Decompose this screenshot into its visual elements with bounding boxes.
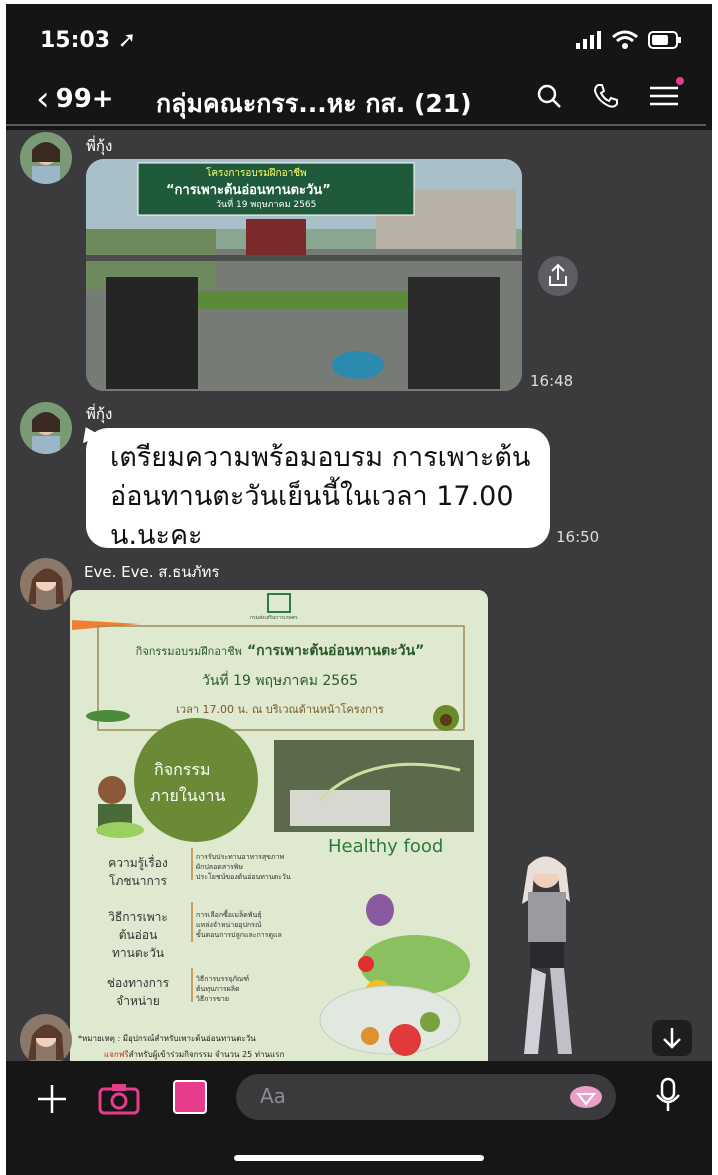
topic-3-title-line2: จำหน่าย — [116, 994, 160, 1008]
poster-image[interactable]: กรมส่งเสริมการเกษตร กิจกรรมอบรมฝึกอาชีพ … — [70, 590, 488, 1070]
poster-healthy-food: Healthy food — [328, 836, 444, 857]
topic-3-detail: วิธีการบรรจุภัณฑ์ — [196, 975, 250, 983]
sender-name: Eve. Eve. ส.ธนภัทร — [84, 563, 220, 581]
header-actions — [536, 77, 684, 110]
message-text: เตรียมความพร้อมอบรม การเพาะต้นอ่อนทานตะว… — [110, 442, 531, 551]
sender-name: พี่กุ้ง — [86, 137, 113, 155]
battery-icon — [648, 31, 681, 49]
microphone-icon[interactable] — [654, 1077, 682, 1117]
message-input-placeholder: Aa — [260, 1084, 286, 1108]
chat-screen: 15:03 ➚ ‹ 99+ กลุ่มคณะกรร...หะ กส. (21) — [6, 4, 712, 1175]
topic-1-title-line1: ความรู้เรื่อง — [108, 856, 168, 870]
poster-circle-text-1: กิจกรรม — [154, 760, 211, 779]
banner-line3: วันที่ 19 พฤษภาคม 2565 — [216, 200, 317, 210]
topic-1-detail: ประโยชน์ของต้นอ่อนทานตะวัน — [196, 873, 291, 881]
sticker-icon[interactable] — [568, 1084, 604, 1110]
topic-2-title-line1: วิธีการเพาะ — [108, 910, 168, 924]
avatar[interactable] — [20, 402, 72, 454]
unread-count: 99+ — [55, 84, 114, 114]
header-divider — [6, 124, 706, 126]
sticker-image[interactable] — [494, 854, 604, 1064]
text-message-bubble[interactable]: เตรียมความพร้อมอบรม การเพาะต้นอ่อนทานตะว… — [86, 428, 550, 551]
timestamp: 16:48 — [530, 372, 574, 390]
topic-3-detail: ต้นทุนการผลิต — [196, 985, 240, 993]
topic-2-detail: แหล่งจำหน่ายอุปกรณ์ — [196, 921, 262, 929]
topic-3-title: ช่องทางการ จำหน่าย — [88, 974, 188, 1010]
composer-bar: Aa — [6, 1061, 712, 1175]
status-icons — [576, 30, 682, 50]
topic-1-detail: การรับประทานอาหารสุขภาพ — [196, 853, 285, 861]
back-button[interactable]: ‹ 99+ — [36, 82, 114, 116]
chevron-left-icon: ‹ — [36, 79, 50, 119]
topic-3-detail: วิธีการขาย — [196, 995, 229, 1003]
top-bar: 15:03 ➚ ‹ 99+ กลุ่มคณะกรร...หะ กส. (21) — [6, 4, 712, 130]
avatar[interactable] — [20, 1014, 72, 1066]
signal-icon — [576, 31, 601, 49]
home-indicator — [234, 1155, 484, 1161]
topic-2-details: การเลือกซื้อเมล็ดพันธุ์ แหล่งจำหน่ายอุปก… — [196, 910, 282, 940]
poster-time-place: เวลา 17.00 น. ณ บริเวณด้านหน้าโครงการ — [176, 703, 384, 716]
topic-2-detail: การเลือกซื้อเมล็ดพันธุ์ — [196, 911, 262, 919]
topic-2-title: วิธีการเพาะ ต้นอ่อน ทานตะวัน — [88, 908, 188, 962]
menu-icon — [650, 86, 678, 106]
chat-header: ‹ 99+ กลุ่มคณะกรร...หะ กส. (21) — [6, 77, 712, 126]
share-button[interactable] — [538, 256, 578, 296]
location-arrow-icon: ➚ — [117, 28, 137, 53]
topic-1-title: ความรู้เรื่อง โภชนาการ — [88, 854, 188, 890]
photo-message[interactable]: โครงการอบรมฝึกอาชีพ “การเพาะต้นอ่อนทานตะ… — [86, 159, 522, 391]
poster-logo-caption: กรมส่งเสริมการเกษตร — [250, 615, 298, 621]
topic-1-title-line2: โภชนาการ — [109, 874, 167, 888]
poster-note-2: แจกฟรีสำหรับผู้เข้าร่วมกิจกรรม จำนวน 25 … — [104, 1048, 284, 1061]
wifi-icon — [612, 30, 638, 49]
poster-activity-prefix: กิจกรรมอบรมฝึกอาชีพ — [135, 645, 242, 658]
poster-activity-title: “การเพาะต้นอ่อนทานตะวัน” — [246, 643, 425, 659]
poster-note: *หมายเหตุ : มีอุปกรณ์สำหรับเพาะต้นอ่อนทา… — [78, 1034, 256, 1043]
timestamp: 16:50 — [556, 528, 600, 546]
menu-button[interactable] — [650, 77, 684, 107]
camera-icon[interactable] — [98, 1081, 140, 1115]
phone-icon[interactable] — [592, 82, 620, 110]
avatar[interactable] — [20, 558, 72, 610]
share-icon — [549, 263, 567, 286]
search-icon[interactable] — [536, 83, 562, 109]
sender-name: พี่กุ้ง — [86, 405, 113, 423]
topic-3-title-line1: ช่องทางการ — [106, 976, 170, 990]
poster-note-free: แจกฟรี — [104, 1050, 129, 1059]
image-gallery-icon[interactable] — [172, 1079, 208, 1115]
phone-frame: 15:03 ➚ ‹ 99+ กลุ่มคณะกรร...หะ กส. (21) — [0, 0, 712, 1175]
status-time: 15:03 ➚ — [40, 28, 137, 53]
chat-title[interactable]: กลุ่มคณะกรร...หะ กส. (21) — [156, 84, 472, 124]
topic-1-detail: ผักปลอดสารพิษ — [196, 863, 244, 871]
poster-circle-text-2: ภายในงาน — [150, 786, 226, 805]
poster-note-rest: สำหรับผู้เข้าร่วมกิจกรรม จำนวน 25 ท่านแร… — [128, 1050, 285, 1059]
topic-2-title-line3: ทานตะวัน — [111, 946, 165, 960]
avatar[interactable] — [20, 132, 72, 184]
topic-1-details: การรับประทานอาหารสุขภาพ ผักปลอดสารพิษ ปร… — [196, 852, 291, 882]
poster-title: กิจกรรมอบรมฝึกอาชีพ “การเพาะต้นอ่อนทานตะ… — [100, 640, 460, 662]
topic-2-detail: ขั้นตอนการปลูกและการดูแล — [196, 931, 282, 939]
notification-dot — [676, 77, 684, 85]
arrow-down-icon — [663, 1028, 681, 1049]
scroll-down-button[interactable] — [652, 1020, 692, 1056]
topic-3-details: วิธีการบรรจุภัณฑ์ ต้นทุนการผลิต วิธีการข… — [196, 974, 249, 1004]
topic-2-title-line2: ต้นอ่อน — [118, 928, 158, 942]
message-input[interactable]: Aa — [236, 1074, 616, 1120]
status-bar: 15:03 ➚ — [6, 28, 712, 60]
plus-icon[interactable] — [36, 1083, 68, 1115]
poster-date: วันที่ 19 พฤษภาคม 2565 — [201, 673, 359, 689]
